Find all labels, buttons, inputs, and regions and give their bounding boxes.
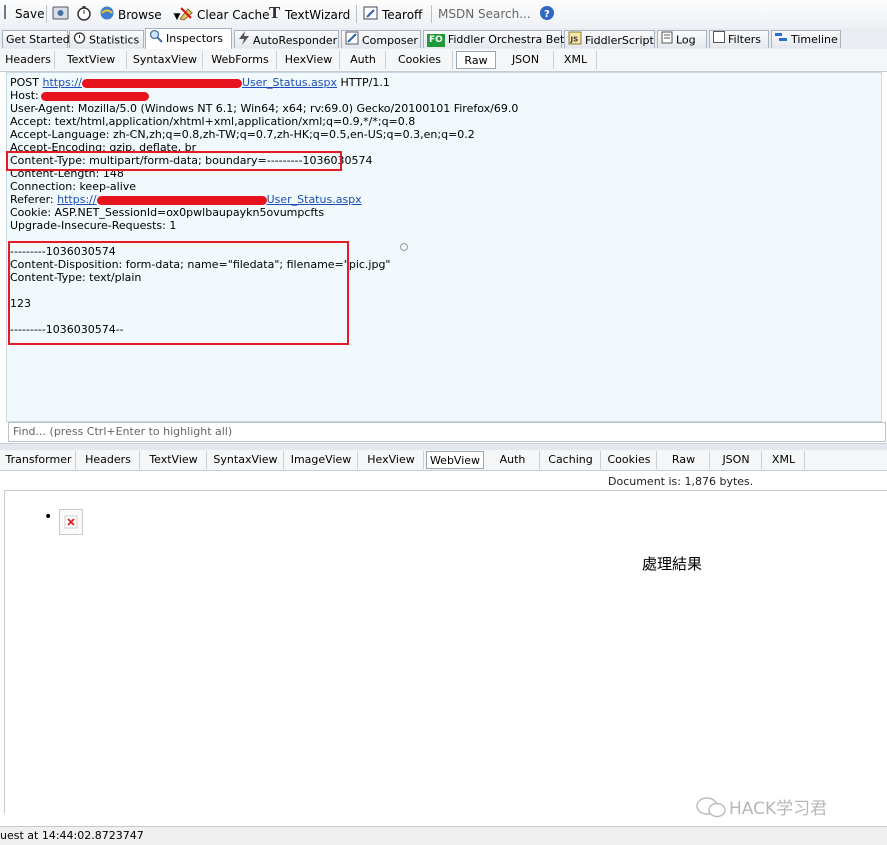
textwizard-button[interactable]: T TextWizard	[268, 4, 350, 26]
response-tab-webview[interactable]: WebView	[426, 451, 484, 469]
request-tab-webforms[interactable]: WebForms	[204, 51, 277, 69]
request-tab-raw[interactable]: Raw	[456, 51, 496, 69]
screenshot-icon	[52, 5, 70, 26]
response-tab-textview[interactable]: TextView	[141, 451, 207, 469]
timer-button[interactable]	[76, 5, 95, 23]
find-input[interactable]: Find... (press Ctrl+Enter to highlight a…	[8, 422, 886, 442]
tab-timeline[interactable]: Timeline	[771, 30, 841, 48]
response-tab-imageview[interactable]: ImageView	[285, 451, 358, 469]
tab-autoresponder[interactable]: AutoResponder	[234, 30, 339, 48]
save-icon	[3, 5, 12, 24]
response-tab-syntaxview[interactable]: SyntaxView	[208, 451, 284, 469]
browser-icon	[99, 5, 115, 26]
redacted-mark	[96, 195, 267, 205]
watermark: HACK学习君	[695, 794, 827, 824]
request-tab-cookies[interactable]: Cookies	[387, 51, 453, 69]
list-bullet: •	[44, 509, 53, 525]
response-tab-auth[interactable]: Auth	[486, 451, 540, 469]
tab-log[interactable]: Log	[657, 30, 707, 48]
svg-text:?: ?	[544, 9, 550, 20]
toolbar: Save Browse ▼ Clear Cache T TextWizard T…	[0, 0, 887, 29]
response-tab-hexview[interactable]: HexView	[359, 451, 424, 469]
tab-inspectors[interactable]: Inspectors	[145, 28, 232, 49]
response-tab-xml[interactable]: XML	[763, 451, 805, 469]
cursor-ring-icon	[399, 241, 409, 255]
tab-statistics[interactable]: Statistics	[69, 30, 144, 48]
connection-header: Connection: keep-alive	[10, 180, 137, 193]
toolbar-separator	[431, 5, 432, 23]
broken-image-icon	[64, 515, 78, 529]
script-icon: JS	[568, 31, 582, 51]
svg-text:T: T	[269, 5, 281, 21]
tab-fiddler-orchestra[interactable]: FO Fiddler Orchestra Beta	[423, 30, 571, 48]
host-header: Host:	[10, 89, 149, 102]
request-tab-auth[interactable]: Auth	[341, 51, 386, 69]
composer-icon	[345, 31, 359, 51]
toolbar-separator	[356, 5, 357, 23]
stopwatch-icon	[73, 31, 86, 50]
response-tab-caching[interactable]: Caching	[541, 451, 601, 469]
help-button[interactable]: ?	[539, 5, 558, 23]
referer-url-link[interactable]: https://User_Status.aspx	[57, 193, 362, 206]
tearoff-button[interactable]: Tearoff	[363, 5, 422, 23]
request-tab-textview[interactable]: TextView	[56, 51, 127, 69]
wechat-icon	[695, 795, 729, 824]
user-agent-header: User-Agent: Mozilla/5.0 (Windows NT 6.1;…	[10, 102, 519, 115]
response-tab-headers[interactable]: Headers	[77, 451, 140, 469]
svg-text:JS: JS	[570, 36, 579, 44]
body-highlight-box	[8, 241, 349, 345]
status-text: uest at 14:44:02.8723747	[0, 829, 144, 842]
browse-button[interactable]: Browse ▼	[99, 5, 180, 23]
response-tab-json[interactable]: JSON	[711, 451, 762, 469]
response-inspector-tabs: Transformer Headers TextView SyntaxView …	[0, 450, 887, 471]
referer-header: Referer: https://User_Status.aspx	[10, 193, 362, 206]
status-bar: uest at 14:44:02.8723747	[0, 826, 887, 845]
checkbox-icon	[713, 31, 725, 49]
upgrade-insecure-header: Upgrade-Insecure-Requests: 1	[10, 219, 177, 232]
timeline-icon	[775, 31, 788, 49]
tab-filters[interactable]: Filters	[709, 30, 769, 48]
document-size-info: Document is: 1,876 bytes.	[608, 475, 754, 488]
webview-pane[interactable]: • 處理結果 HACK学习君	[4, 490, 887, 819]
redacted-mark	[81, 78, 242, 88]
request-tab-xml[interactable]: XML	[555, 51, 597, 69]
tearoff-icon	[363, 5, 379, 26]
stopwatch-icon	[76, 5, 92, 26]
save-button[interactable]: Save	[3, 5, 44, 23]
content-type-highlight-box	[6, 151, 342, 171]
tab-fiddlerscript[interactable]: JS FiddlerScript	[564, 30, 655, 48]
request-tab-syntaxview[interactable]: SyntaxView	[128, 51, 203, 69]
clear-cache-icon	[178, 5, 194, 26]
request-line: POST https://User_Status.aspx HTTP/1.1	[10, 76, 390, 89]
response-tab-raw[interactable]: Raw	[658, 451, 710, 469]
request-tab-hexview[interactable]: HexView	[278, 51, 340, 69]
log-icon	[661, 31, 673, 50]
replay-button[interactable]	[52, 5, 73, 23]
request-url-link[interactable]: https://User_Status.aspx	[43, 76, 338, 89]
result-heading: 處理結果	[642, 555, 703, 573]
text-wizard-icon: T	[268, 4, 282, 26]
magnifier-icon	[149, 29, 163, 49]
cookie-header: Cookie: ASP.NET_SessionId=ox0pwlbaupaykn…	[10, 206, 325, 219]
accept-header: Accept: text/html,application/xhtml+xml,…	[10, 115, 416, 128]
lightning-icon	[238, 31, 250, 51]
msdn-search-input[interactable]: MSDN Search...	[438, 5, 531, 23]
toolbar-separator	[46, 5, 47, 23]
tab-get-started[interactable]: Get Started	[2, 30, 70, 48]
redacted-mark	[40, 91, 149, 101]
response-tab-transformer[interactable]: Transformer	[2, 451, 76, 469]
response-tab-cookies[interactable]: Cookies	[602, 451, 657, 469]
fiddler-orchestra-icon: FO	[427, 33, 445, 47]
main-tab-strip: Get Started Statistics Inspectors AutoRe…	[0, 28, 887, 50]
clear-cache-button[interactable]: Clear Cache	[178, 5, 270, 23]
request-tab-json[interactable]: JSON	[498, 51, 554, 69]
request-inspector-tabs: Headers TextView SyntaxView WebForms Hex…	[0, 49, 887, 72]
request-tab-headers[interactable]: Headers	[2, 51, 55, 69]
accept-language-header: Accept-Language: zh-CN,zh;q=0.8,zh-TW;q=…	[10, 128, 475, 141]
tab-composer[interactable]: Composer	[341, 30, 421, 48]
broken-image	[59, 509, 83, 535]
help-icon: ?	[539, 5, 555, 26]
